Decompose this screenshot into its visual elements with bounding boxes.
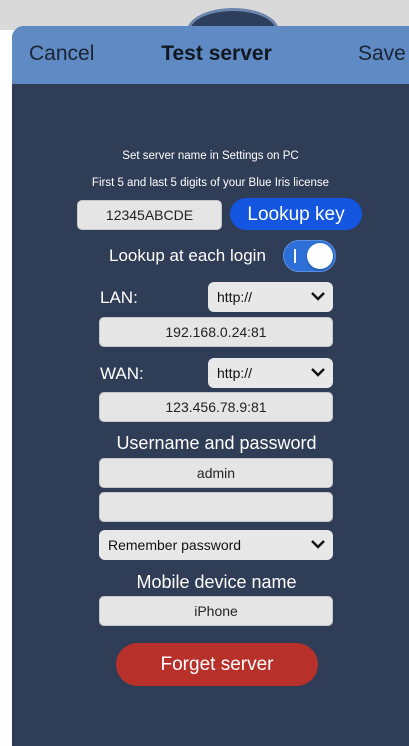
credentials-heading: Username and password: [116, 433, 317, 453]
username-input[interactable]: [99, 458, 333, 488]
chevron-down-icon: [311, 292, 325, 301]
lan-protocol-select[interactable]: http://: [208, 282, 333, 312]
toggle-knob: [307, 243, 333, 269]
remember-password-value: Remember password: [108, 537, 242, 553]
device-name-heading: Mobile device name: [136, 572, 297, 592]
remember-password-select[interactable]: Remember password: [99, 530, 333, 560]
chevron-down-icon: [311, 368, 325, 377]
server-name-hint: Set server name in Settings on PC: [122, 150, 299, 162]
lookup-toggle-label: Lookup at each login: [109, 246, 266, 265]
license-hint: First 5 and last 5 digits of your Blue I…: [91, 177, 330, 189]
navigation-bar: Cancel Test server Save: [12, 26, 409, 84]
lan-address-input[interactable]: [99, 317, 333, 347]
toggle-on-mark-icon: [294, 249, 296, 263]
password-input[interactable]: [99, 492, 333, 522]
wan-label: WAN:: [100, 364, 144, 383]
device-name-input[interactable]: [99, 596, 333, 626]
forget-server-button[interactable]: Forget server: [116, 643, 318, 686]
license-key-input[interactable]: [77, 200, 222, 230]
lan-label: LAN:: [100, 288, 138, 307]
lan-protocol-value: http://: [217, 289, 253, 305]
lookup-key-button[interactable]: Lookup key: [230, 198, 362, 230]
page-title: Test server: [161, 42, 272, 65]
save-button[interactable]: Save: [358, 42, 406, 66]
wan-protocol-select[interactable]: http://: [208, 358, 333, 388]
lookup-each-login-toggle[interactable]: [283, 240, 336, 272]
wan-protocol-value: http://: [217, 365, 253, 381]
chevron-down-icon: [311, 540, 325, 549]
screen: Cancel Test server Save Set server name …: [0, 0, 409, 746]
wan-address-input[interactable]: [99, 392, 333, 422]
server-settings-sheet: Cancel Test server Save Set server name …: [12, 26, 409, 746]
